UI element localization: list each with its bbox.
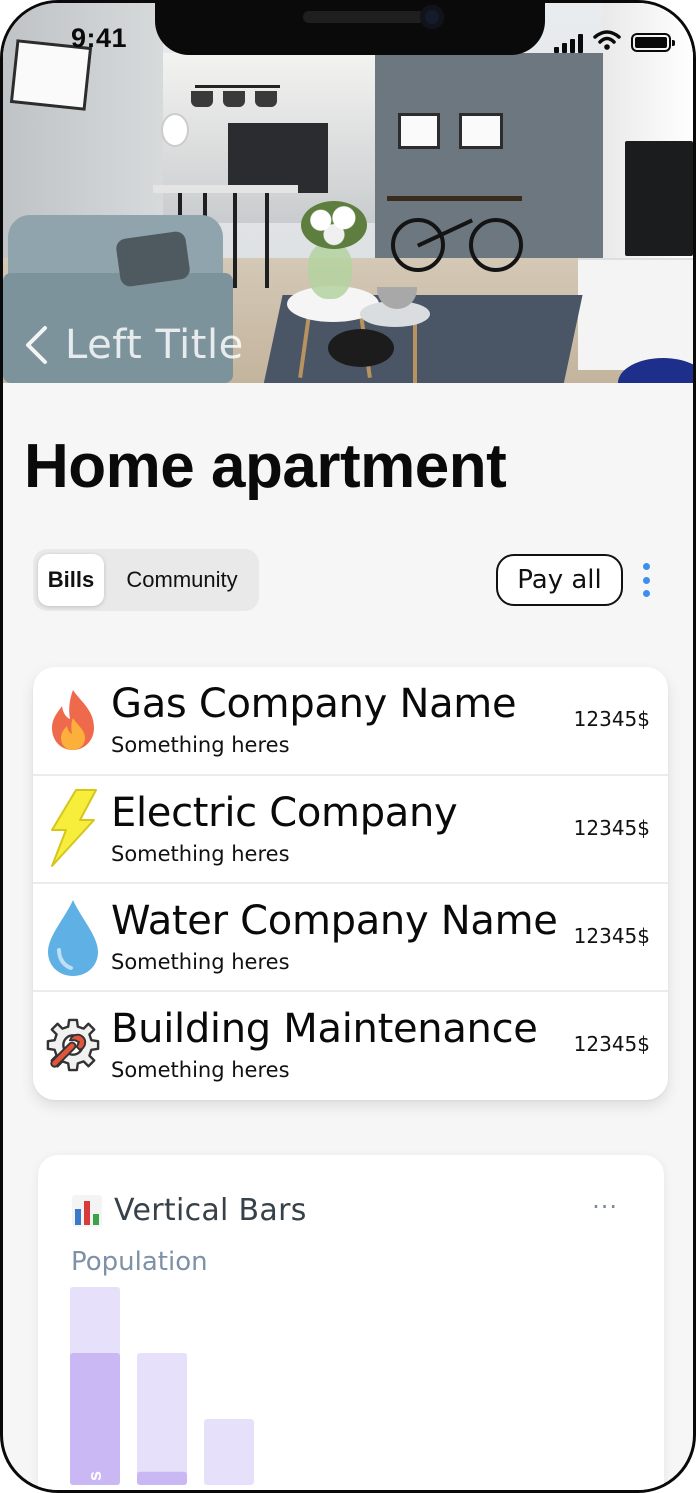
wifi-icon xyxy=(593,30,621,55)
bill-name: Water Company Name xyxy=(111,898,558,944)
fire-icon xyxy=(45,685,101,755)
bar-background-2 xyxy=(204,1419,254,1485)
status-time: 9:41 xyxy=(71,23,128,53)
pay-all-button[interactable]: Pay all xyxy=(496,554,623,606)
bill-name: Building Maintenance xyxy=(111,1006,538,1052)
water-drop-icon xyxy=(45,898,101,978)
bill-amount: 12345$ xyxy=(573,1032,650,1056)
bills-list: Gas Company Name Something heres 12345$ … xyxy=(33,667,668,1100)
gear-wrench-icon xyxy=(45,1010,101,1080)
phone-frame: Left Title 9:41 Home apartment Bills Com… xyxy=(0,0,696,1493)
bill-subtitle: Something heres xyxy=(111,950,290,974)
cellular-signal-icon xyxy=(554,33,583,53)
back-button[interactable]: Left Title xyxy=(21,319,244,371)
camera-icon xyxy=(420,5,444,29)
bar-value-0 xyxy=(70,1353,120,1485)
lightning-icon xyxy=(45,788,101,868)
bill-name: Electric Company xyxy=(111,790,458,836)
tab-bills[interactable]: Bills xyxy=(38,554,104,606)
bill-amount: 12345$ xyxy=(573,924,650,948)
device-notch xyxy=(155,3,545,55)
more-options-icon[interactable] xyxy=(634,561,658,599)
tab-community[interactable]: Community xyxy=(109,554,255,606)
chart-card: Vertical Bars ··· Population s xyxy=(38,1155,664,1490)
battery-icon xyxy=(631,33,675,52)
bill-subtitle: Something heres xyxy=(111,733,290,757)
page-title: Home apartment xyxy=(24,432,507,501)
bar-chart: s xyxy=(70,1287,254,1485)
bar-label: s xyxy=(85,1471,105,1481)
bill-subtitle: Something heres xyxy=(111,842,290,866)
bill-row-gas[interactable]: Gas Company Name Something heres 12345$ xyxy=(33,667,668,775)
bill-amount: 12345$ xyxy=(573,816,650,840)
bill-row-maintenance[interactable]: Building Maintenance Something heres 123… xyxy=(33,990,668,1100)
bill-row-electric[interactable]: Electric Company Something heres 12345$ xyxy=(33,774,668,884)
bill-row-water[interactable]: Water Company Name Something heres 12345… xyxy=(33,882,668,992)
bill-name: Gas Company Name xyxy=(111,681,517,727)
hero-photo: Left Title xyxy=(3,3,693,383)
bar-background-1 xyxy=(137,1353,187,1485)
back-title-label: Left Title xyxy=(65,322,244,368)
chevron-left-icon xyxy=(21,325,51,365)
status-icons xyxy=(554,30,675,55)
bill-amount: 12345$ xyxy=(573,707,650,731)
bill-subtitle: Something heres xyxy=(111,1058,290,1082)
bar-value-1 xyxy=(137,1471,187,1485)
segmented-control: Bills Community xyxy=(33,549,259,611)
